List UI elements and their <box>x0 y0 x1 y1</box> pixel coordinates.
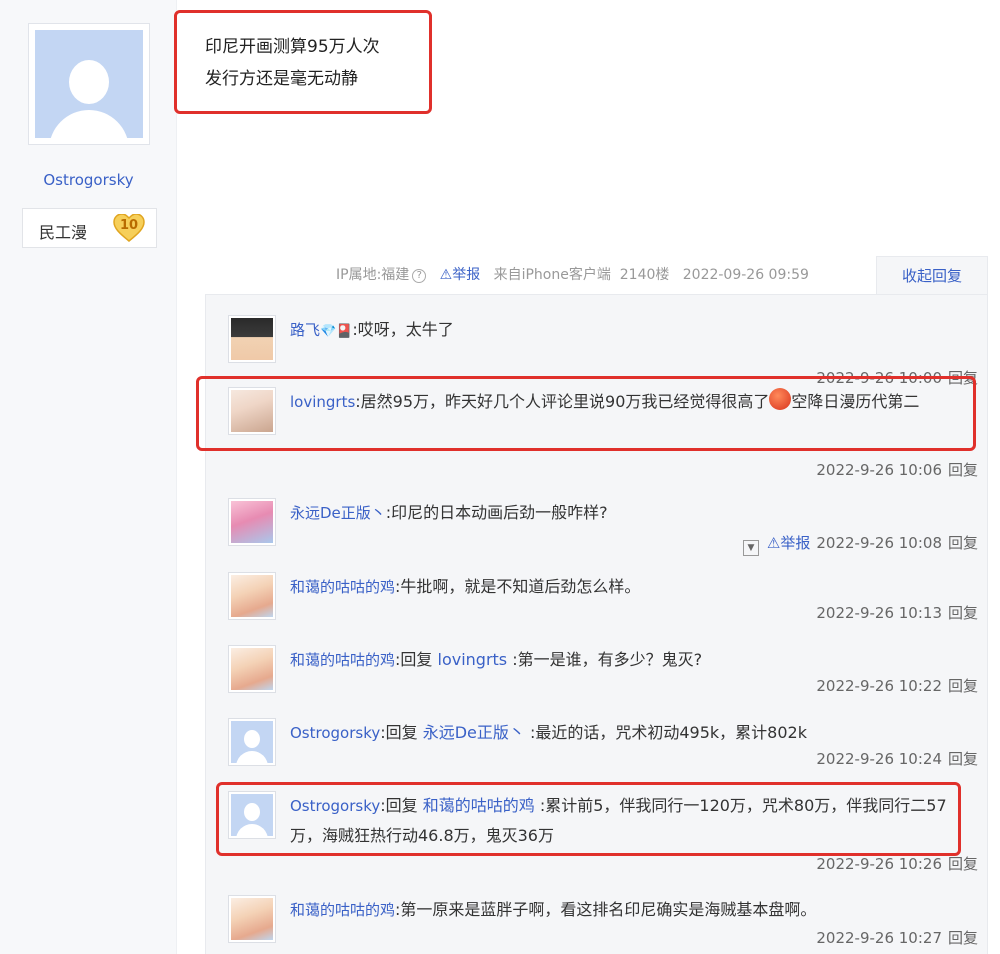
comment-time: 2022-9-26 10:24 <box>816 750 942 768</box>
author-sidebar: Ostrogorsky 民工漫 10 <box>0 0 177 954</box>
dropdown-icon[interactable]: ▼ <box>742 540 759 556</box>
post-meta: IP属地:福建? ⚠举报 来自iPhone客户端 2140楼 2022-09-2… <box>336 264 809 284</box>
highlight-box-comment-lovingrts <box>196 376 976 451</box>
reply-button[interactable]: 回复 <box>948 855 978 873</box>
post-datetime: 2022-09-26 09:59 <box>682 267 809 283</box>
reply-prefix: :回复 <box>380 723 423 742</box>
comment-time: 2022-9-26 10:08 <box>816 534 942 552</box>
reply-target-name[interactable]: lovingrts <box>438 650 508 669</box>
reply-button[interactable]: 回复 <box>948 929 978 947</box>
reply-button[interactable]: 回复 <box>948 461 978 479</box>
commenter-avatar[interactable] <box>228 895 276 943</box>
commenter-avatar[interactable] <box>228 315 276 363</box>
comment-text: :哎呀，太牛了 <box>352 320 454 339</box>
user-badges-icon: 💎🎴 <box>320 324 353 339</box>
level-heart-icon: 10 <box>113 213 145 242</box>
default-avatar-icon <box>35 30 143 138</box>
level-title: 民工漫 <box>39 223 88 242</box>
commenter-name[interactable]: 路飞 <box>290 321 320 339</box>
reply-button[interactable]: 回复 <box>948 604 978 622</box>
author-name[interactable]: Ostrogorsky <box>0 171 177 189</box>
highlight-box-comment-ostrogorsky <box>216 782 961 856</box>
commenter-avatar[interactable] <box>228 645 276 693</box>
commenter-name[interactable]: 和蔼的咕咕的鸡 <box>290 901 395 919</box>
commenter-name[interactable]: Ostrogorsky <box>290 724 380 742</box>
reply-button[interactable]: 回复 <box>948 534 978 552</box>
comment-text: :第一是谁，有多少？鬼灭? <box>507 650 703 669</box>
floor-number: 2140楼 <box>619 267 670 283</box>
comment-time: 2022-9-26 10:13 <box>816 604 942 622</box>
comment-text: :牛批啊，就是不知道后劲怎么样。 <box>395 577 641 596</box>
level-number: 10 <box>119 218 139 233</box>
reply-button[interactable]: 回复 <box>948 750 978 768</box>
comment-text: :第一原来是蓝胖子啊，看这排名印尼确实是海贼基本盘啊。 <box>395 900 817 919</box>
highlight-box-post <box>174 10 432 114</box>
comment-text: :印尼的日本动画后劲一般咋样? <box>385 503 608 522</box>
report-link[interactable]: ⚠举报 <box>440 267 481 283</box>
commenter-avatar[interactable] <box>228 572 276 620</box>
comment-time: 2022-9-26 10:27 <box>816 929 942 947</box>
collapse-replies-button[interactable]: 收起回复 <box>876 256 988 296</box>
comment-time: 2022-9-26 10:22 <box>816 677 942 695</box>
comment-time: 2022-9-26 10:26 <box>816 855 942 873</box>
level-badge-box[interactable]: 民工漫 10 <box>22 208 157 248</box>
ip-location: IP属地:福建 <box>336 267 410 283</box>
commenter-name[interactable]: 永远De正版丶 <box>290 504 386 522</box>
commenter-avatar[interactable] <box>228 718 276 766</box>
comment-time: 2022-9-26 10:06 <box>816 461 942 479</box>
help-icon[interactable]: ? <box>412 269 427 283</box>
author-avatar[interactable] <box>28 23 150 145</box>
commenter-name[interactable]: 和蔼的咕咕的鸡 <box>290 651 395 669</box>
commenter-name[interactable]: 和蔼的咕咕的鸡 <box>290 578 395 596</box>
post-source: 来自iPhone客户端 <box>493 267 611 283</box>
report-link[interactable]: ⚠举报 <box>767 534 810 552</box>
comment-text: :最近的话，咒术初动495k，累计802k <box>524 723 807 742</box>
reply-target-name[interactable]: 永远De正版丶 <box>423 723 525 742</box>
commenter-avatar[interactable] <box>228 498 276 546</box>
reply-prefix: :回复 <box>395 650 438 669</box>
reply-button[interactable]: 回复 <box>948 677 978 695</box>
